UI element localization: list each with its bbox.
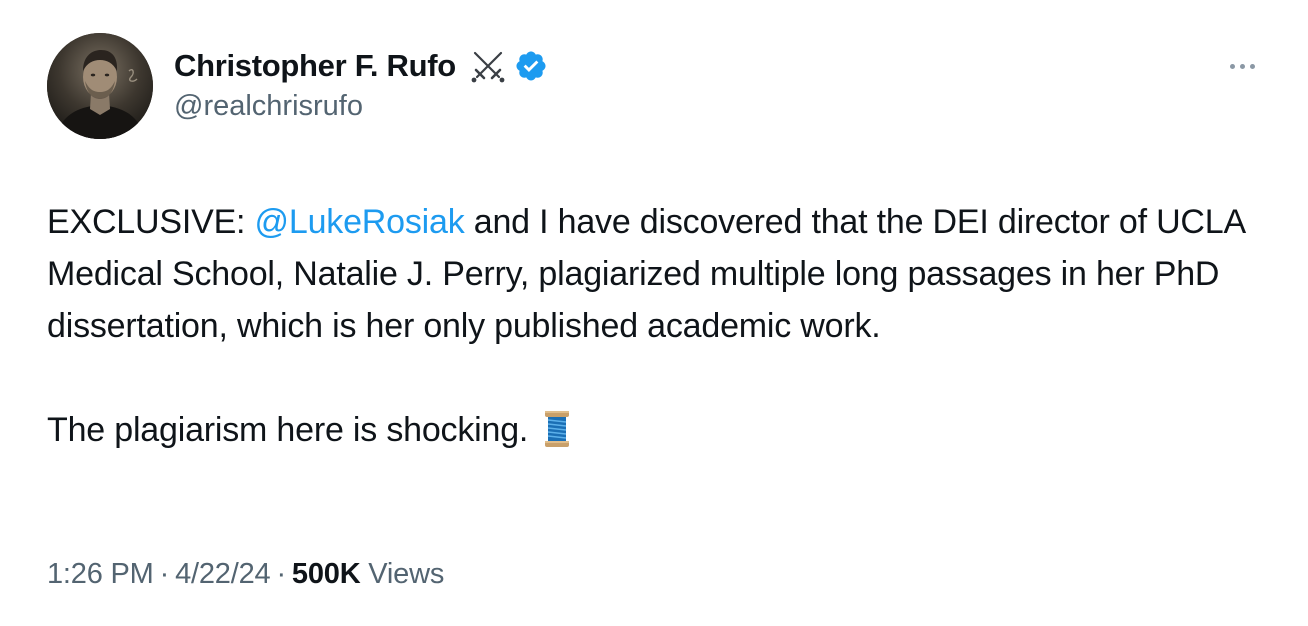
tweet-date[interactable]: 4/22/24: [175, 558, 271, 590]
display-name[interactable]: Christopher F. Rufo: [174, 48, 456, 84]
views-label: Views: [368, 558, 445, 590]
meta-separator: ·: [276, 558, 286, 590]
tweet-prefix: EXCLUSIVE:: [47, 203, 255, 241]
tweet-paragraph-2: The plagiarism here is shocking.: [47, 404, 1267, 456]
more-dot-icon: [1249, 63, 1255, 69]
tweet-paragraph-1: EXCLUSIVE: @LukeRosiak and I have discov…: [47, 196, 1267, 352]
verified-badge-icon[interactable]: [514, 49, 548, 83]
tweet-meta: 1:26 PM · 4/22/24 · 500K Views: [47, 558, 444, 591]
swords-icon: [468, 46, 508, 86]
author-block: Christopher F. Rufo @realchrisrufo: [174, 44, 548, 123]
tweet-text: EXCLUSIVE: @LukeRosiak and I have discov…: [47, 196, 1267, 456]
tweet-time[interactable]: 1:26 PM: [47, 558, 154, 590]
tweet-card: Christopher F. Rufo @realchrisrufo EXCLU…: [0, 0, 1308, 626]
more-options-button[interactable]: [1222, 56, 1262, 76]
name-row: Christopher F. Rufo: [174, 44, 548, 88]
avatar-photo: [47, 33, 153, 139]
spool-of-thread-icon: [542, 409, 572, 449]
more-dot-icon: [1229, 63, 1235, 69]
meta-separator: ·: [159, 558, 170, 590]
avatar[interactable]: [47, 33, 153, 139]
tweet-body-2: The plagiarism here is shocking.: [47, 411, 529, 449]
author-handle[interactable]: @realchrisrufo: [174, 90, 548, 123]
more-dot-icon: [1239, 63, 1245, 69]
mention-link[interactable]: @LukeRosiak: [255, 203, 465, 241]
views-count[interactable]: 500K: [292, 558, 361, 590]
